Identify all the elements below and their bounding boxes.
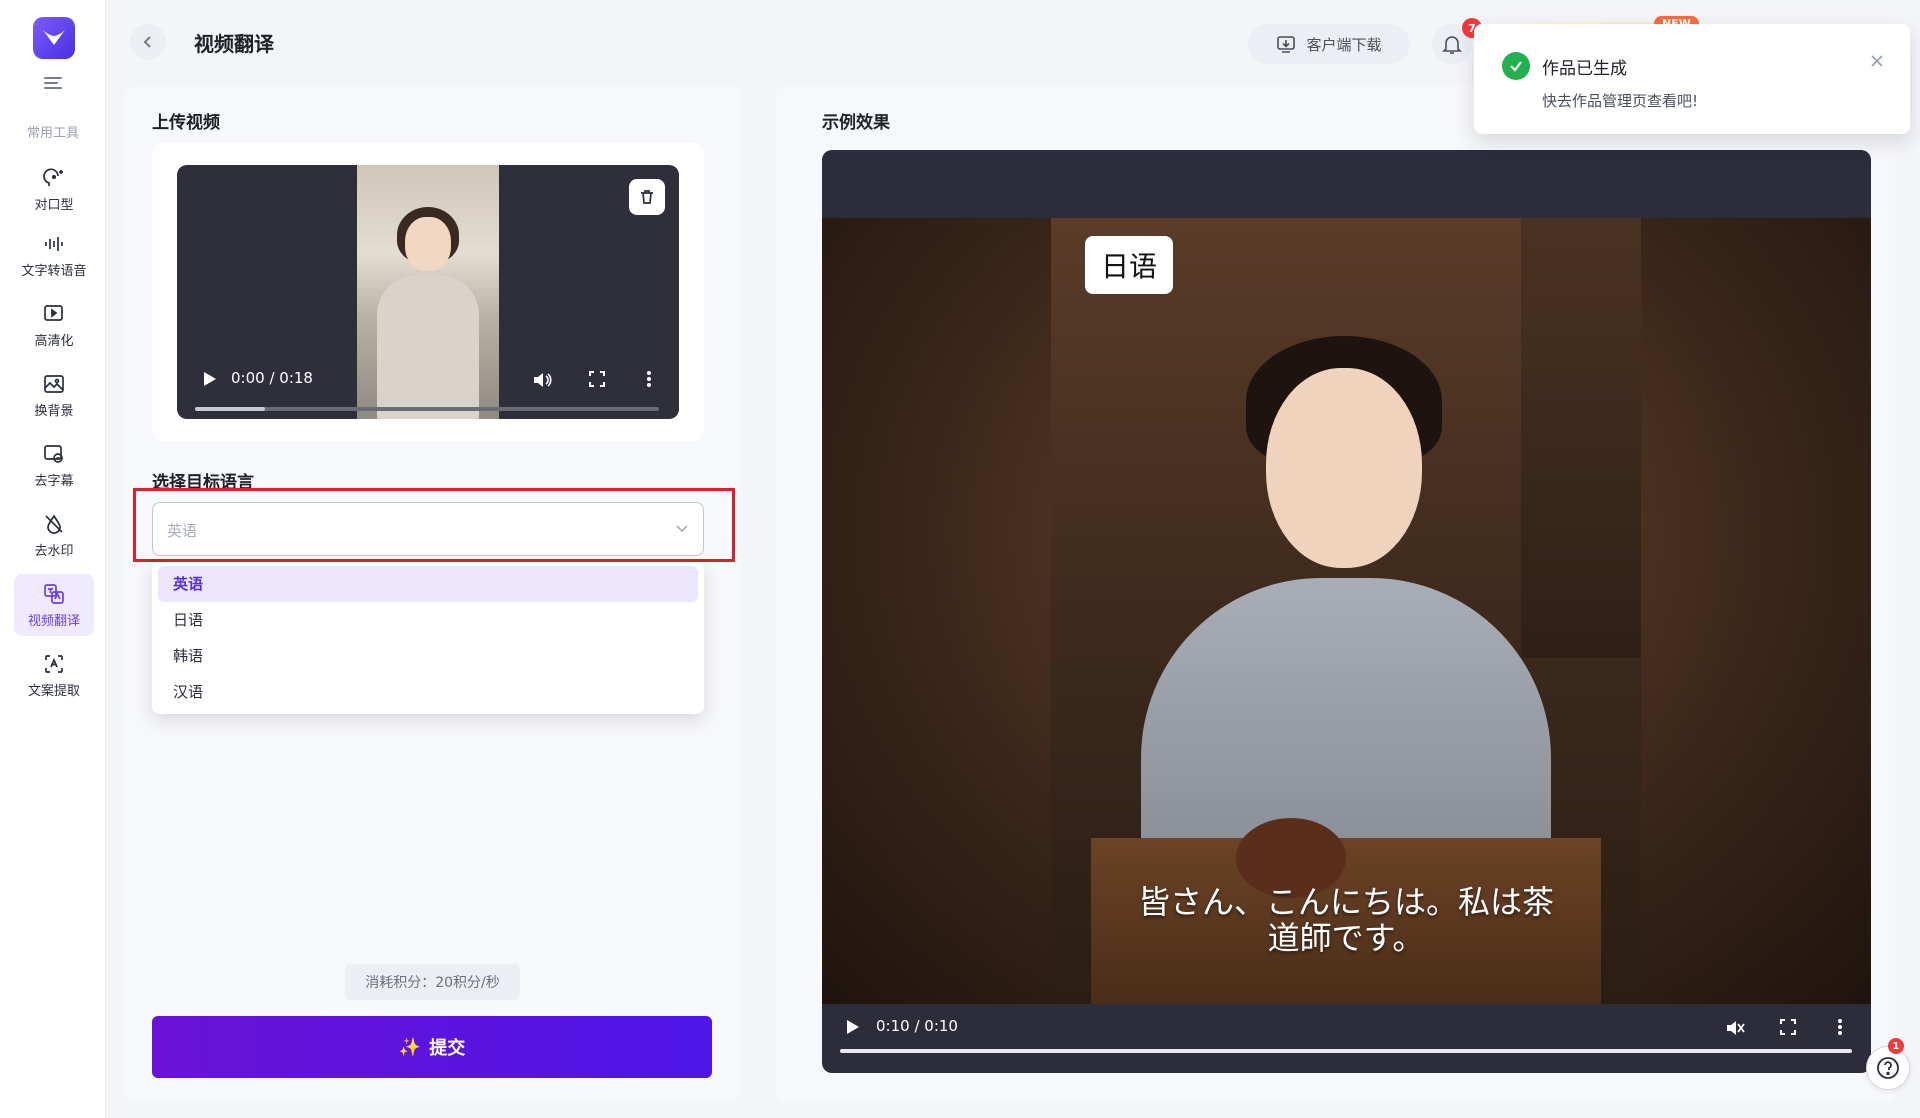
video-progress-bar[interactable] xyxy=(195,407,659,411)
sidebar-item-label: 去水印 xyxy=(34,543,74,559)
download-label: 客户端下载 xyxy=(1306,35,1382,54)
play-icon[interactable] xyxy=(199,369,219,389)
sidebar-item-remove-subtitle[interactable]: 去字幕 xyxy=(14,434,94,496)
volume-icon[interactable] xyxy=(531,369,553,391)
example-progress-bar[interactable] xyxy=(840,1049,1852,1053)
lip-sync-icon xyxy=(43,167,63,186)
example-video-player[interactable]: 日语 皆さん、こんにちは。私は茶 道師です。 0:10 / 0:10 xyxy=(822,150,1871,1073)
delete-video-button[interactable] xyxy=(629,179,665,215)
language-option[interactable]: 汉语 xyxy=(158,674,698,710)
video-controls: 0:00 / 0:18 xyxy=(177,349,679,419)
subtitle-line: 道師です。 xyxy=(1267,919,1425,957)
fullscreen-icon[interactable] xyxy=(1778,1017,1798,1037)
video-time: 0:00 / 0:18 xyxy=(231,369,313,387)
highlight-annotation xyxy=(133,488,735,562)
back-button[interactable] xyxy=(130,24,166,60)
help-icon xyxy=(1877,1057,1899,1079)
example-video-controls: 0:10 / 0:10 xyxy=(822,1003,1871,1073)
remove-subtitle-icon xyxy=(44,444,63,463)
sidebar-item-text-to-speech[interactable]: 文字转语音 xyxy=(14,224,94,286)
more-options-icon[interactable] xyxy=(1830,1017,1850,1037)
submit-label: 提交 xyxy=(429,1038,466,1059)
download-icon xyxy=(1277,36,1296,53)
remove-watermark-icon xyxy=(45,513,63,534)
sidebar-item-lip-sync[interactable]: 对口型 xyxy=(14,158,94,220)
upload-section-label: 上传视频 xyxy=(152,113,220,133)
language-option[interactable]: 韩语 xyxy=(158,638,698,674)
video-progress-fill xyxy=(195,407,265,411)
subtitle-line: 皆さん、こんにちは。私は茶 xyxy=(1137,883,1554,921)
sidebar: 常用工具 对口型 文字转语音 高清化 换背景 去字幕 去水印 视频翻译 文案提取 xyxy=(0,0,106,1118)
sidebar-item-label: 去字幕 xyxy=(34,473,74,489)
help-button[interactable] xyxy=(1866,1046,1910,1090)
language-option[interactable]: 英语 xyxy=(158,566,698,602)
cost-label: 消耗积分：20积分/秒 xyxy=(345,964,520,1000)
text-extract-icon xyxy=(45,654,63,673)
help-badge: 1 xyxy=(1888,1038,1904,1054)
uploaded-video-player[interactable]: 0:00 / 0:18 xyxy=(177,165,679,419)
language-option[interactable]: 日语 xyxy=(158,602,698,638)
sidebar-section-label: 常用工具 xyxy=(26,126,79,141)
play-icon[interactable] xyxy=(842,1017,862,1037)
language-tag: 日语 xyxy=(1085,236,1173,294)
sidebar-item-video-translate[interactable]: 视频翻译 xyxy=(14,574,94,636)
example-video-time: 0:10 / 0:10 xyxy=(876,1017,958,1035)
text-to-speech-icon xyxy=(45,236,63,251)
sidebar-item-remove-watermark[interactable]: 去水印 xyxy=(14,504,94,566)
mute-icon[interactable] xyxy=(1724,1017,1746,1039)
trash-icon xyxy=(641,190,653,204)
sidebar-item-label: 换背景 xyxy=(34,403,74,419)
sidebar-item-label: 视频翻译 xyxy=(27,613,80,629)
language-dropdown: 英语 日语 韩语 汉语 xyxy=(152,562,704,714)
chevron-left-icon xyxy=(143,36,151,48)
toast-title: 作品已生成 xyxy=(1542,59,1627,79)
sparkle-icon: ✨ xyxy=(398,1036,422,1058)
hd-icon xyxy=(44,304,63,321)
sidebar-item-hd[interactable]: 高清化 xyxy=(14,294,94,356)
toast-message: 快去作品管理页查看吧! xyxy=(1542,92,1699,110)
example-section-label: 示例效果 xyxy=(822,113,890,133)
check-circle-icon xyxy=(1502,52,1530,80)
more-options-icon[interactable] xyxy=(639,369,659,389)
submit-button[interactable]: ✨ 提交 xyxy=(152,1016,712,1078)
close-icon[interactable] xyxy=(1870,54,1884,68)
sidebar-item-label: 高清化 xyxy=(34,333,74,349)
fullscreen-icon[interactable] xyxy=(587,369,607,389)
background-icon xyxy=(44,374,64,393)
sidebar-item-text-extract[interactable]: 文案提取 xyxy=(14,644,94,706)
sidebar-item-label: 对口型 xyxy=(34,197,74,213)
app-logo-icon[interactable] xyxy=(33,17,75,59)
page-title: 视频翻译 xyxy=(194,32,274,56)
bell-icon xyxy=(1442,36,1462,54)
sidebar-item-background[interactable]: 换背景 xyxy=(14,364,94,426)
menu-toggle-icon[interactable] xyxy=(44,74,64,92)
video-subtitle: 皆さん、こんにちは。私は茶 道師です。 xyxy=(1051,884,1641,956)
client-download-button[interactable]: 客户端下载 xyxy=(1248,24,1410,64)
sidebar-item-label: 文字转语音 xyxy=(21,263,87,279)
success-toast: 作品已生成 快去作品管理页查看吧! xyxy=(1474,24,1910,134)
sidebar-item-label: 文案提取 xyxy=(27,683,80,699)
video-translate-icon xyxy=(44,583,64,604)
